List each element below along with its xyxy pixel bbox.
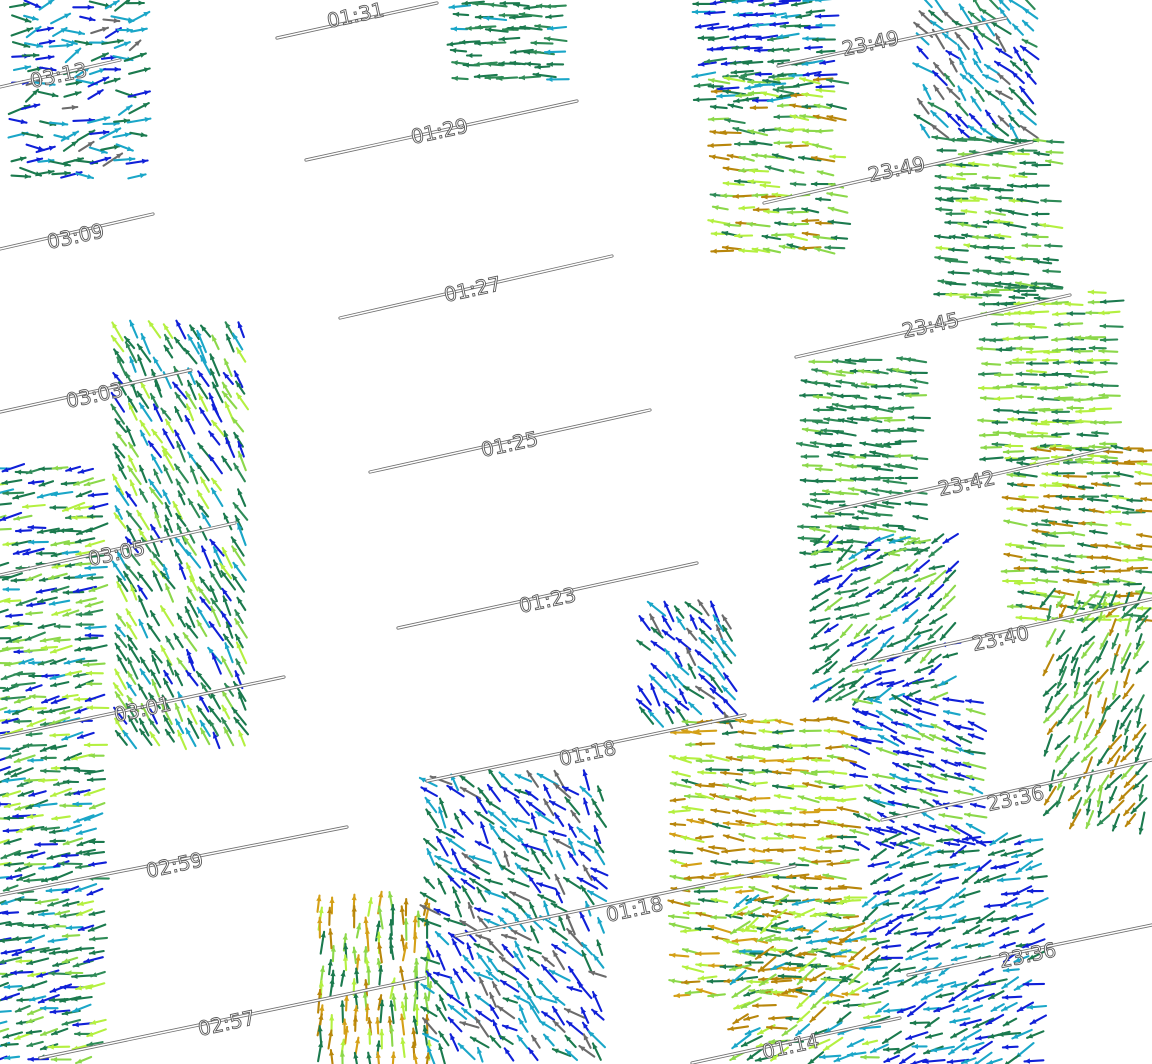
wind-vector-arrow-icon (0, 686, 7, 690)
wind-vector-arrow-icon (0, 527, 12, 531)
wind-vector-map: 01:31 01:29 01:27 01:25 01:23 01:18 01:1… (0, 0, 1152, 1064)
wind-vector-arrowhead-icon (0, 801, 1, 807)
wind-vector-arrow-icon (0, 747, 11, 750)
